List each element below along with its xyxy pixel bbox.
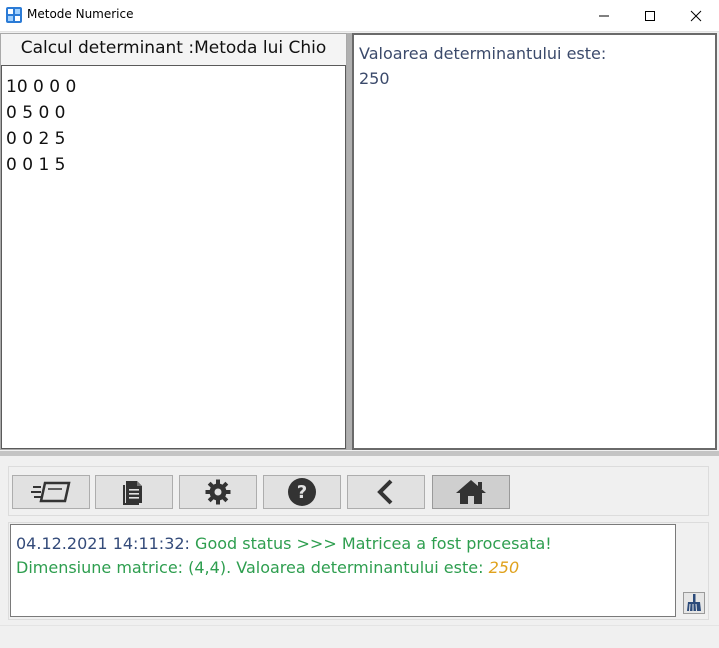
svg-text:?: ? <box>297 482 307 503</box>
close-button[interactable] <box>673 0 719 31</box>
panel-title: Calcul determinant :Metoda lui Chio <box>20 38 327 58</box>
title-bar: Metode Numerice <box>0 0 719 32</box>
help-icon: ? <box>288 478 316 506</box>
document-button[interactable] <box>95 475 173 509</box>
log-panel: 04.12.2021 14:11:32: Good status >>> Mat… <box>8 522 709 620</box>
result-label: Valoarea determinantului este: <box>359 44 607 63</box>
home-button[interactable] <box>432 475 510 509</box>
clear-log-button[interactable] <box>682 591 706 615</box>
log-line-detail: Dimensiune matrice: (4,4). Valoarea dete… <box>16 556 670 580</box>
matrix-row: 10 0 0 0 <box>6 77 77 97</box>
log-line-status: 04.12.2021 14:11:32: Good status >>> Mat… <box>16 532 670 556</box>
horizontal-splitter[interactable] <box>0 451 719 456</box>
fast-input-button[interactable] <box>12 475 90 509</box>
result-panel: Valoarea determinantului este: 250 <box>352 33 717 450</box>
help-button[interactable]: ? <box>263 475 341 509</box>
fast-input-icon <box>31 481 71 503</box>
gear-icon <box>205 479 231 505</box>
minimize-icon <box>599 15 609 16</box>
window-title: Metode Numerice <box>27 7 134 21</box>
log-detail-value: 250 <box>488 558 520 577</box>
document-icon <box>123 481 142 505</box>
matrix-row: 0 0 2 5 <box>6 129 66 149</box>
settings-button[interactable] <box>179 475 257 509</box>
result-value: 250 <box>359 69 390 88</box>
status-bar <box>0 625 719 648</box>
maximize-icon <box>645 10 655 21</box>
broom-icon <box>683 592 705 614</box>
maximize-button[interactable] <box>627 0 673 31</box>
matrix-input[interactable]: 10 0 0 0 0 5 0 0 0 0 2 5 0 0 1 5 <box>1 65 346 449</box>
home-icon <box>456 480 486 504</box>
app-icon <box>6 7 22 23</box>
matrix-row: 0 5 0 0 <box>6 103 66 123</box>
back-icon <box>377 479 393 505</box>
toolbar: ? <box>8 466 709 516</box>
back-button[interactable] <box>347 475 425 509</box>
close-icon <box>690 10 702 21</box>
log-timestamp: 04.12.2021 14:11:32: <box>16 534 190 553</box>
matrix-row: 0 0 1 5 <box>6 155 66 175</box>
log-output: 04.12.2021 14:11:32: Good status >>> Mat… <box>10 524 676 617</box>
log-status-message: Good status >>> Matricea a fost procesat… <box>189 534 552 553</box>
log-detail-text: Dimensiune matrice: (4,4). Valoarea dete… <box>16 558 489 577</box>
minimize-button[interactable] <box>581 0 627 31</box>
